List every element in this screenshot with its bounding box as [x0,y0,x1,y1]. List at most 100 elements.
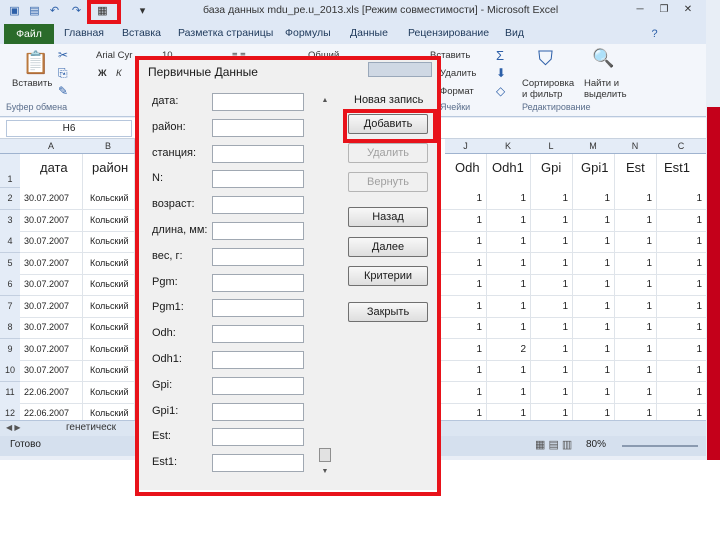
table-cell-value[interactable]: 1 [518,387,526,398]
table-cell-value[interactable]: 1 [474,236,482,247]
header-cell-odh[interactable]: Odh [455,160,480,175]
scroll-up-icon[interactable]: ▲ [318,95,332,107]
column-header-j[interactable]: J [445,139,487,154]
fill-icon[interactable]: ⬇ [496,66,506,80]
table-cell-value[interactable]: 1 [560,365,568,376]
table-cell-value[interactable]: 1 [602,258,610,269]
field-input[interactable] [212,196,304,215]
column-header-k[interactable]: K [486,139,531,154]
table-cell-date[interactable]: 30.07.2007 [24,301,69,311]
row-header[interactable]: 1 [0,154,20,188]
autosum-icon[interactable]: Σ [496,48,504,63]
table-cell-date[interactable]: 22.06.2007 [24,387,69,397]
select-all-corner[interactable] [0,139,21,154]
scroll-thumb[interactable] [319,448,331,462]
table-cell-value[interactable]: 1 [694,408,702,419]
table-cell-value[interactable]: 1 [644,236,652,247]
table-cell-value[interactable]: 1 [602,344,610,355]
table-cell-date[interactable]: 30.07.2007 [24,258,69,268]
tab-insert[interactable]: Вставка [122,27,161,39]
table-cell-date[interactable]: 30.07.2007 [24,344,69,354]
table-cell-value[interactable]: 1 [560,387,568,398]
table-cell-value[interactable]: 1 [518,408,526,419]
sort-filter-label[interactable]: Сортировка и фильтр [522,78,576,100]
criteria-button[interactable]: Критерии [348,266,428,286]
copy-icon[interactable]: ⎘ [58,66,68,81]
field-input[interactable] [212,118,304,137]
help-icon[interactable]: ? [648,28,661,41]
table-cell-value[interactable]: 1 [644,322,652,333]
table-cell-value[interactable]: 1 [474,387,482,398]
table-cell-value[interactable]: 1 [694,365,702,376]
header-cell-district[interactable]: район [92,160,128,175]
field-input[interactable] [212,170,304,189]
sheet-nav-icon[interactable]: ◀ ▶ [6,423,21,432]
tab-file[interactable]: Файл [4,24,54,44]
add-button[interactable]: Добавить [348,114,428,134]
table-cell-value[interactable]: 1 [518,322,526,333]
format-painter-icon[interactable]: ✎ [58,84,68,98]
redo-icon[interactable]: ↷ [70,5,83,18]
table-cell-value[interactable]: 1 [518,193,526,204]
paste-icon[interactable]: 📋 [22,50,49,76]
table-cell-date[interactable]: 30.07.2007 [24,279,69,289]
field-input[interactable] [212,376,304,395]
field-input[interactable] [212,222,304,240]
save-icon[interactable]: ▤ [28,5,41,18]
table-cell-value[interactable]: 1 [644,215,652,226]
field-input[interactable] [212,428,304,447]
table-cell-date[interactable]: 30.07.2007 [24,365,69,375]
table-cell-date[interactable]: 30.07.2007 [24,236,69,246]
table-cell-value[interactable]: 1 [518,301,526,312]
table-cell-value[interactable]: 1 [518,279,526,290]
field-input[interactable] [212,144,304,163]
field-input[interactable] [212,247,304,266]
table-cell-value[interactable]: 1 [602,193,610,204]
table-cell-district[interactable]: Кольский [90,301,134,311]
delete-cells-label[interactable]: Удалить [440,68,476,79]
row-header[interactable]: 10 [0,360,20,382]
table-cell-district[interactable]: Кольский [90,258,134,268]
row-header[interactable]: 2 [0,188,20,210]
table-cell-value[interactable]: 1 [474,215,482,226]
table-cell-value[interactable]: 1 [694,236,702,247]
view-buttons-icon[interactable]: ▦ ▤ ▥ [535,438,572,451]
row-header[interactable]: 3 [0,210,20,232]
row-header[interactable]: 4 [0,231,20,253]
table-cell-value[interactable]: 1 [602,279,610,290]
table-cell-value[interactable]: 1 [602,322,610,333]
header-cell-est1[interactable]: Est1 [664,160,690,175]
cut-icon[interactable]: ✂ [58,48,68,62]
find-select-label[interactable]: Найти и выделить [584,78,628,100]
table-cell-value[interactable]: 1 [602,301,610,312]
restore-icon[interactable]: ❐ [656,3,672,17]
column-header-b[interactable]: B [82,139,135,154]
dialog-scrollbar[interactable] [318,94,332,480]
scroll-down-icon[interactable]: ▼ [318,466,332,478]
table-cell-value[interactable]: 1 [644,344,652,355]
table-cell-value[interactable]: 1 [518,215,526,226]
table-cell-district[interactable]: Кольский [90,322,134,332]
table-cell-value[interactable]: 1 [560,408,568,419]
table-cell-value[interactable]: 1 [474,301,482,312]
column-header-n[interactable]: N [614,139,657,154]
table-cell-value[interactable]: 1 [518,365,526,376]
paste-label[interactable]: Вставить [12,78,52,89]
table-cell-value[interactable]: 1 [560,279,568,290]
format-cells-label[interactable]: Формат [440,86,474,97]
table-cell-district[interactable]: Кольский [90,193,134,203]
field-input[interactable] [212,325,304,344]
row-header[interactable]: 8 [0,317,20,339]
zoom-level[interactable]: 80% [586,439,606,450]
table-cell-value[interactable]: 1 [602,387,610,398]
table-cell-value[interactable]: 1 [560,193,568,204]
field-input[interactable] [212,402,304,421]
table-cell-date[interactable]: 30.07.2007 [24,193,69,203]
font-name[interactable]: Arial Cyr [96,50,132,61]
row-header[interactable]: 6 [0,274,20,296]
table-cell-value[interactable]: 1 [694,193,702,204]
table-cell-value[interactable]: 1 [560,215,568,226]
table-cell-district[interactable]: Кольский [90,344,134,354]
sheet-tab[interactable]: генетическ [66,422,116,433]
table-cell-value[interactable]: 1 [694,215,702,226]
